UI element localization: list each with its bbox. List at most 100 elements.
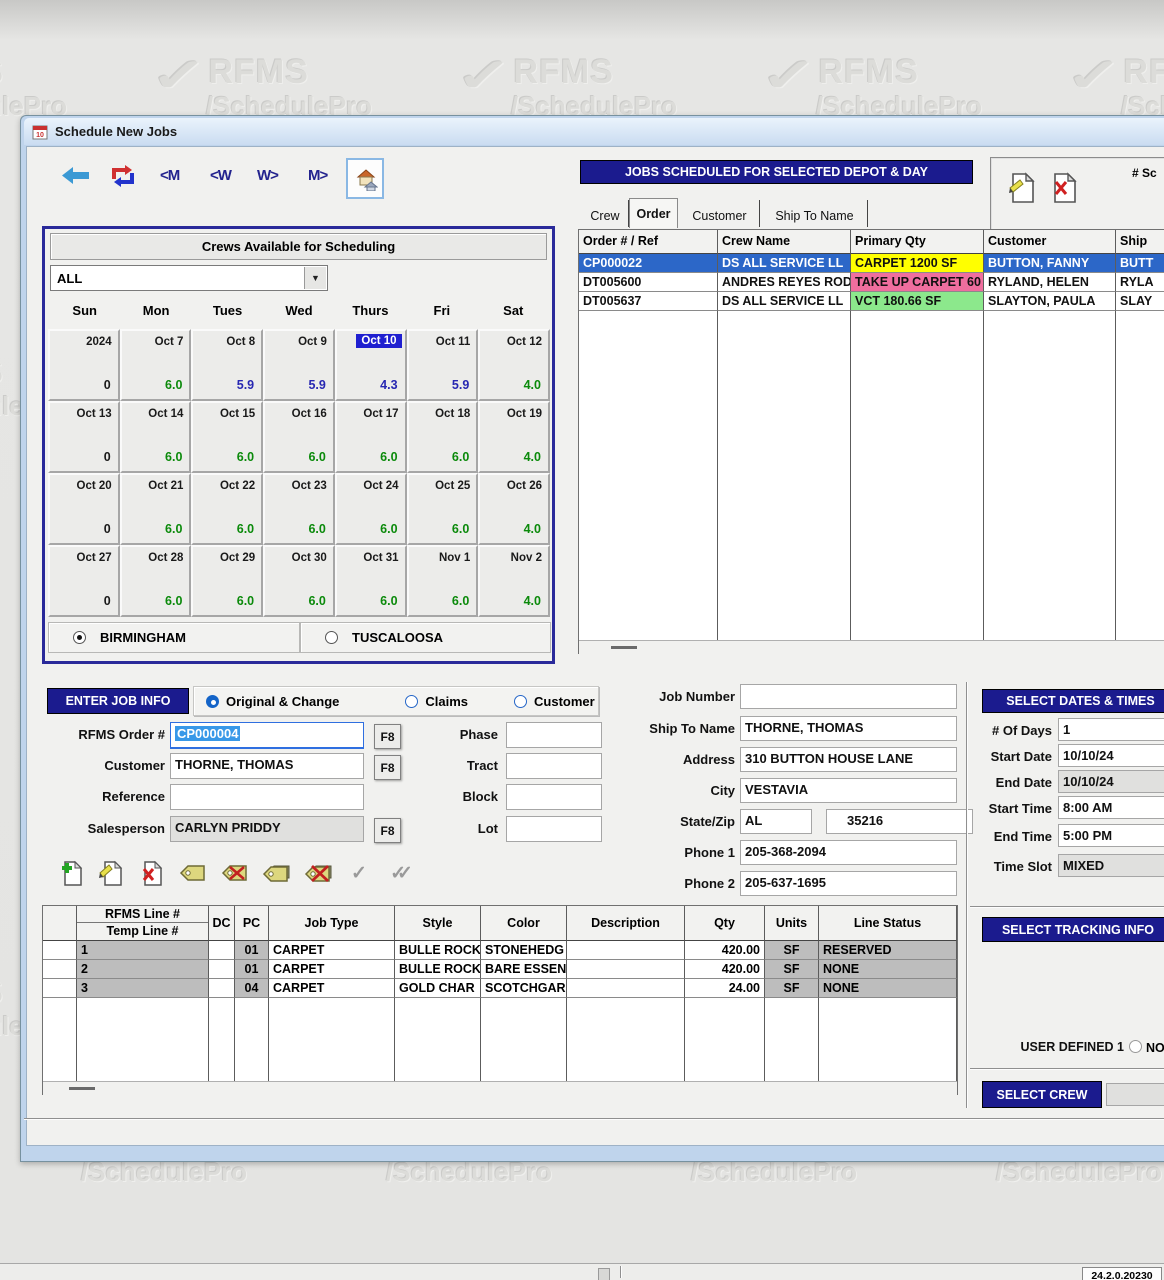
line-pc-cell[interactable]: 01 bbox=[235, 960, 269, 979]
calendar-day-cell[interactable]: Oct 236.0 bbox=[263, 473, 335, 545]
job-customer-cell[interactable]: SLAYTON, PAULA bbox=[984, 292, 1116, 311]
calendar-day-cell[interactable]: Oct 115.9 bbox=[407, 329, 479, 401]
line-status-cell[interactable]: NONE bbox=[819, 960, 957, 979]
state-input[interactable]: AL bbox=[740, 809, 812, 834]
calendar-day-cell[interactable]: Nov 16.0 bbox=[407, 545, 479, 617]
line-description-cell[interactable] bbox=[567, 941, 685, 960]
user-defined-radio[interactable] bbox=[1129, 1040, 1142, 1053]
job-number-input[interactable] bbox=[740, 684, 957, 709]
calendar-day-cell[interactable]: 20240 bbox=[48, 329, 120, 401]
job-qty-cell[interactable]: VCT 180.66 SF bbox=[851, 292, 984, 311]
delete-job-button[interactable] bbox=[1050, 172, 1078, 204]
scrollbar-thumb[interactable] bbox=[611, 646, 637, 649]
confirm-all-lines-button[interactable]: ✓✓ bbox=[382, 858, 412, 888]
line-qty-cell[interactable]: 24.00 bbox=[685, 979, 765, 998]
line-number-cell[interactable]: 3 bbox=[77, 979, 209, 998]
prev-month-button[interactable]: <M bbox=[160, 167, 179, 184]
customer-input[interactable]: THORNE, THOMAS bbox=[170, 753, 364, 779]
calendar-day-cell[interactable]: Oct 264.0 bbox=[478, 473, 550, 545]
time-slot-input[interactable]: MIXED bbox=[1058, 854, 1164, 877]
customer-f8-button[interactable]: F8 bbox=[374, 755, 401, 780]
calendar-day-cell[interactable]: Oct 124.0 bbox=[478, 329, 550, 401]
home-button[interactable] bbox=[346, 158, 384, 199]
job-crew-cell[interactable]: ANDRES REYES ROD bbox=[718, 273, 851, 292]
line-dc-cell[interactable] bbox=[209, 960, 235, 979]
line-select-cell[interactable] bbox=[43, 979, 77, 998]
tag-line-button[interactable] bbox=[178, 858, 208, 888]
calendar-day-cell[interactable]: Oct 216.0 bbox=[120, 473, 192, 545]
job-crew-cell[interactable]: DS ALL SERVICE LL bbox=[718, 292, 851, 311]
line-job-type-cell[interactable]: CARPET bbox=[269, 979, 395, 998]
line-select-cell[interactable] bbox=[43, 941, 77, 960]
start-date-input[interactable]: 10/10/24 bbox=[1058, 744, 1164, 767]
line-number-cell[interactable]: 1 bbox=[77, 941, 209, 960]
line-style-cell[interactable]: BULLE ROCK bbox=[395, 941, 481, 960]
job-customer-cell[interactable]: BUTTON, FANNY bbox=[984, 254, 1116, 273]
calendar-day-cell[interactable]: Oct 130 bbox=[48, 401, 120, 473]
calendar-day-cell[interactable]: Oct 246.0 bbox=[335, 473, 407, 545]
delete-line-button[interactable] bbox=[136, 858, 166, 888]
line-description-cell[interactable] bbox=[567, 979, 685, 998]
line-qty-cell[interactable]: 420.00 bbox=[685, 941, 765, 960]
job-order-cell[interactable]: DT005637 bbox=[579, 292, 718, 311]
calendar-day-cell[interactable]: Oct 194.0 bbox=[478, 401, 550, 473]
line-qty-cell[interactable]: 420.00 bbox=[685, 960, 765, 979]
rfms-order-f8-button[interactable]: F8 bbox=[374, 724, 401, 749]
job-order-cell[interactable]: CP000022 bbox=[579, 254, 718, 273]
days-input[interactable]: 1 bbox=[1058, 718, 1164, 741]
line-pc-cell[interactable]: 04 bbox=[235, 979, 269, 998]
next-month-button[interactable]: M> bbox=[308, 167, 327, 184]
calendar-day-cell[interactable]: Oct 226.0 bbox=[191, 473, 263, 545]
reference-input[interactable] bbox=[170, 784, 364, 810]
line-color-cell[interactable]: STONEHEDG bbox=[481, 941, 567, 960]
job-ship-cell[interactable]: BUTT bbox=[1116, 254, 1164, 273]
calendar-day-cell[interactable]: Oct 256.0 bbox=[407, 473, 479, 545]
line-status-cell[interactable]: NONE bbox=[819, 979, 957, 998]
calendar-day-cell[interactable]: Oct 85.9 bbox=[191, 329, 263, 401]
calendar-day-cell[interactable]: Nov 24.0 bbox=[478, 545, 550, 617]
line-select-cell[interactable] bbox=[43, 960, 77, 979]
calendar-day-cell[interactable]: Oct 270 bbox=[48, 545, 120, 617]
crew-filter-select[interactable]: ALL ▼ bbox=[50, 265, 328, 291]
crew-select-field[interactable] bbox=[1106, 1083, 1164, 1106]
city-input[interactable]: VESTAVIA bbox=[740, 778, 957, 803]
job-order-cell[interactable]: DT005600 bbox=[579, 273, 718, 292]
block-input[interactable] bbox=[506, 784, 602, 810]
back-button[interactable] bbox=[62, 167, 89, 184]
calendar-day-cell[interactable]: Oct 176.0 bbox=[335, 401, 407, 473]
line-status-cell[interactable]: RESERVED bbox=[819, 941, 957, 960]
salesperson-f8-button[interactable]: F8 bbox=[374, 818, 401, 843]
line-units-cell[interactable]: SF bbox=[765, 960, 819, 979]
line-style-cell[interactable]: GOLD CHAR bbox=[395, 979, 481, 998]
ship-to-name-input[interactable]: THORNE, THOMAS bbox=[740, 716, 957, 741]
calendar-day-cell[interactable]: Oct 186.0 bbox=[407, 401, 479, 473]
calendar-day-cell[interactable]: Oct 104.3 bbox=[335, 329, 407, 401]
phase-input[interactable] bbox=[506, 722, 602, 748]
line-job-type-cell[interactable]: CARPET bbox=[269, 941, 395, 960]
calendar-day-cell[interactable]: Oct 95.9 bbox=[263, 329, 335, 401]
line-pc-cell[interactable]: 01 bbox=[235, 941, 269, 960]
line-description-cell[interactable] bbox=[567, 960, 685, 979]
calendar-day-cell[interactable]: Oct 286.0 bbox=[120, 545, 192, 617]
next-week-button[interactable]: W> bbox=[257, 167, 278, 184]
calendar-day-cell[interactable]: Oct 146.0 bbox=[120, 401, 192, 473]
scrollbar-thumb[interactable] bbox=[69, 1087, 95, 1090]
line-job-type-cell[interactable]: CARPET bbox=[269, 960, 395, 979]
phone2-input[interactable]: 205-637-1695 bbox=[740, 871, 957, 896]
rfms-order-input[interactable]: CP000004 bbox=[170, 722, 364, 749]
refresh-icon[interactable] bbox=[110, 163, 136, 189]
job-customer-cell[interactable]: RYLAND, HELEN bbox=[984, 273, 1116, 292]
prev-week-button[interactable]: <W bbox=[210, 167, 231, 184]
calendar-day-cell[interactable]: Oct 296.0 bbox=[191, 545, 263, 617]
calendar-day-cell[interactable]: Oct 316.0 bbox=[335, 545, 407, 617]
line-units-cell[interactable]: SF bbox=[765, 941, 819, 960]
calendar-day-cell[interactable]: Oct 200 bbox=[48, 473, 120, 545]
radio-claims[interactable]: Claims bbox=[405, 694, 468, 709]
job-ship-cell[interactable]: SLAY bbox=[1116, 292, 1164, 311]
tab-crew[interactable]: Crew bbox=[582, 200, 629, 227]
tract-input[interactable] bbox=[506, 753, 602, 779]
start-time-input[interactable]: 8:00 AM bbox=[1058, 796, 1164, 819]
line-color-cell[interactable]: BARE ESSEN bbox=[481, 960, 567, 979]
add-line-button[interactable] bbox=[56, 858, 86, 888]
calendar-day-cell[interactable]: Oct 156.0 bbox=[191, 401, 263, 473]
